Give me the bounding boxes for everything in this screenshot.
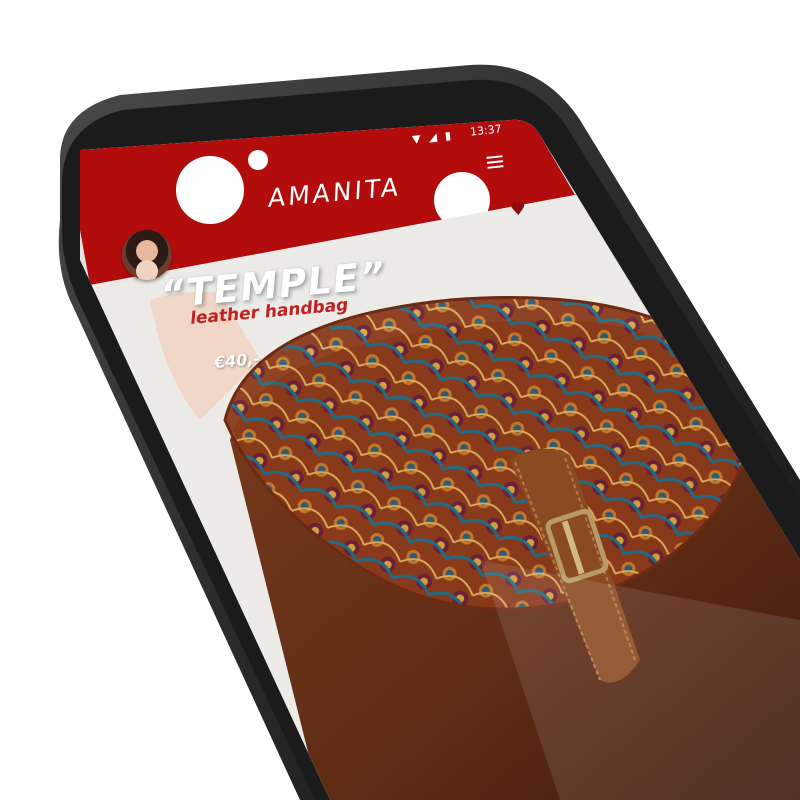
device-illustration [58,64,800,800]
signal-icon: ◢ [427,130,438,145]
wifi-icon: ▼ [411,132,422,147]
phone-frame [0,0,800,800]
battery-icon: ▮ [444,128,452,143]
menu-icon[interactable] [486,155,504,169]
heart-icon[interactable]: ♥ [509,198,527,220]
